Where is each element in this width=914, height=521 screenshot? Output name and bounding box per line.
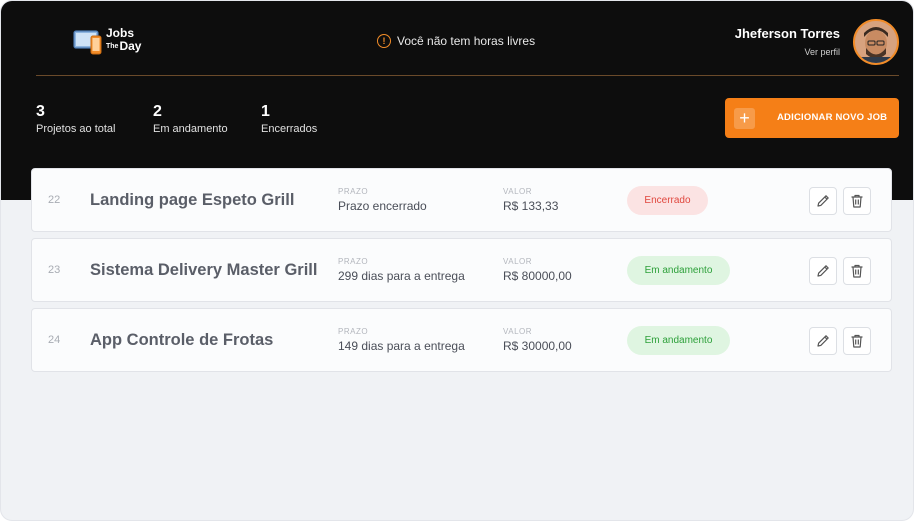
edit-button[interactable] <box>809 327 837 355</box>
deadline-value: Prazo encerrado <box>338 199 427 213</box>
job-id: 24 <box>48 334 61 346</box>
stat-total-label: Projetos ao total <box>36 123 116 135</box>
plus-icon: + <box>734 108 755 129</box>
pencil-icon <box>817 195 829 207</box>
job-value: R$ 80000,00 <box>503 269 572 283</box>
status-badge: Em andamento <box>627 326 730 355</box>
job-title: Sistema Delivery Master Grill <box>90 261 318 279</box>
edit-button[interactable] <box>809 187 837 215</box>
value-label: VALOR <box>503 187 533 196</box>
delete-button[interactable] <box>843 327 871 355</box>
status-badge: Em andamento <box>627 256 730 285</box>
job-card: 23 Sistema Delivery Master Grill PRAZO 2… <box>31 238 892 302</box>
devices-icon <box>73 30 102 55</box>
profile-name: Jheferson Torres <box>734 26 840 41</box>
stat-closed: 1 Encerrados <box>261 102 317 135</box>
add-job-button[interactable]: + ADICIONAR NOVO JOB <box>725 98 899 138</box>
avatar-image <box>855 21 897 63</box>
logo-line-2: TheDay <box>106 40 141 53</box>
stat-in-progress-label: Em andamento <box>153 123 228 135</box>
trash-icon <box>851 264 863 278</box>
stat-total-value: 3 <box>36 103 45 120</box>
deadline-label: PRAZO <box>338 327 369 336</box>
pencil-icon <box>817 265 829 277</box>
job-title: Landing page Espeto Grill <box>90 191 295 209</box>
header-divider <box>36 75 899 76</box>
stat-closed-label: Encerrados <box>261 123 318 135</box>
profile-link[interactable]: Ver perfil <box>804 47 840 57</box>
job-card: 24 App Controle de Frotas PRAZO 149 dias… <box>31 308 892 372</box>
delete-button[interactable] <box>843 187 871 215</box>
app-frame: Jobs TheDay ! Você não tem horas livres … <box>0 0 914 521</box>
logo-text: Jobs TheDay <box>106 27 141 53</box>
logo-day-text: Day <box>119 39 142 53</box>
trash-icon <box>851 334 863 348</box>
status-badge: Encerrado <box>627 186 708 215</box>
value-label: VALOR <box>503 257 533 266</box>
job-card: 22 Landing page Espeto Grill PRAZO Prazo… <box>31 168 892 232</box>
edit-button[interactable] <box>809 257 837 285</box>
job-value: R$ 30000,00 <box>503 339 572 353</box>
deadline-value: 299 dias para a entrega <box>338 269 465 283</box>
add-job-label: ADICIONAR NOVO JOB <box>777 112 888 123</box>
notice-text: Você não tem horas livres <box>397 34 536 48</box>
delete-button[interactable] <box>843 257 871 285</box>
job-value: R$ 133,33 <box>503 199 559 213</box>
logo-small-text: The <box>106 43 119 50</box>
job-id: 23 <box>48 264 61 276</box>
stat-in-progress-value: 2 <box>153 103 162 120</box>
warning-icon: ! <box>377 34 391 48</box>
stat-closed-value: 1 <box>261 103 270 120</box>
stat-in-progress: 2 Em andamento <box>153 102 228 135</box>
pencil-icon <box>817 335 829 347</box>
trash-icon <box>851 194 863 208</box>
job-id: 22 <box>48 194 61 206</box>
job-title: App Controle de Frotas <box>90 331 274 349</box>
deadline-value: 149 dias para a entrega <box>338 339 465 353</box>
avatar[interactable] <box>853 19 899 65</box>
stat-total: 3 Projetos ao total <box>36 102 116 135</box>
value-label: VALOR <box>503 327 533 336</box>
deadline-label: PRAZO <box>338 187 369 196</box>
free-hours-notice: ! Você não tem horas livres <box>377 34 535 48</box>
deadline-label: PRAZO <box>338 257 369 266</box>
